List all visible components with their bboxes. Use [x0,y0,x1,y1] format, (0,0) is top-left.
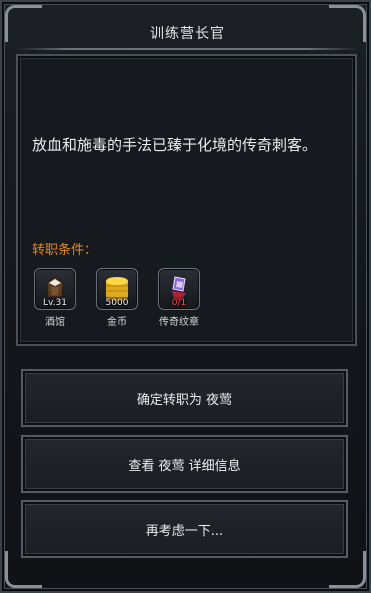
requirement-slot: 0/1 [158,268,200,310]
requirement-caption: 酒馆 [45,317,65,328]
dialog-text: 放血和施毒的手法已臻于化境的传奇刺客。 [32,136,318,154]
view-class-details-button[interactable]: 查看 夜莺 详细信息 [21,435,348,493]
reconsider-button[interactable]: 再考虑一下... [21,500,348,558]
ornate-corner-top-left [5,5,42,42]
ornate-corner-top-right [329,5,366,42]
requirement-caption: 金币 [107,317,127,328]
dialog-window: 训练营长官 放血和施毒的手法已臻于化境的传奇刺客。 转职条件： Lv.31 酒馆 [0,0,371,593]
confirm-class-change-button[interactable]: 确定转职为 夜莺 [21,369,348,427]
requirement-tavern[interactable]: Lv.31 酒馆 [32,268,78,328]
window-title: 训练营长官 [150,26,225,42]
requirement-slot: 5000 [96,268,138,310]
requirement-gold[interactable]: 5000 金币 [94,268,140,328]
title-divider [16,48,359,50]
requirement-value: Lv.31 [43,298,67,308]
requirements-label: 转职条件： [32,243,98,258]
requirement-value: 0/1 [171,298,187,308]
requirement-value: 5000 [105,298,129,308]
dialog-panel: 放血和施毒的手法已臻于化境的传奇刺客。 转职条件： Lv.31 酒馆 5000 … [16,54,357,346]
requirement-caption: 传奇纹章 [159,317,199,328]
requirement-legend-emblem[interactable]: 0/1 传奇纹章 [156,268,202,328]
requirement-slot: Lv.31 [34,268,76,310]
